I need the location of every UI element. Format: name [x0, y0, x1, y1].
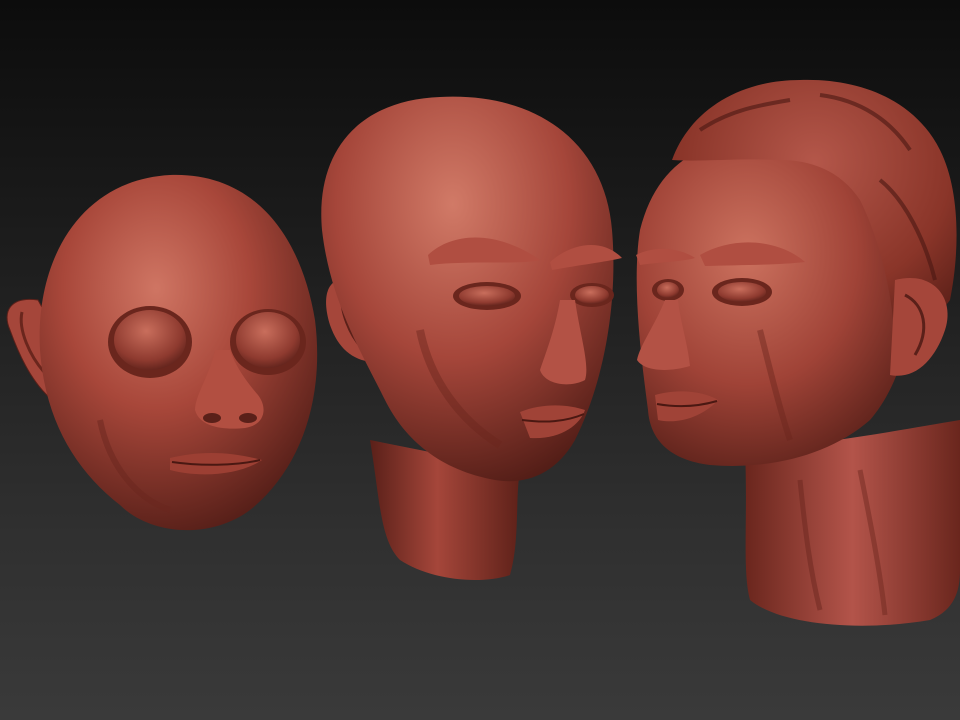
- sculpt-viewport[interactable]: [0, 0, 960, 720]
- sculpt-childlike-head: [6, 174, 318, 531]
- right-ear: [890, 278, 948, 376]
- sculpt-scene: [6, 79, 960, 626]
- right-eyeball: [236, 312, 300, 368]
- sculpt-bald-head: [321, 96, 622, 580]
- left-eyeball: [114, 310, 186, 370]
- sculpt-haired-bust: [636, 79, 960, 626]
